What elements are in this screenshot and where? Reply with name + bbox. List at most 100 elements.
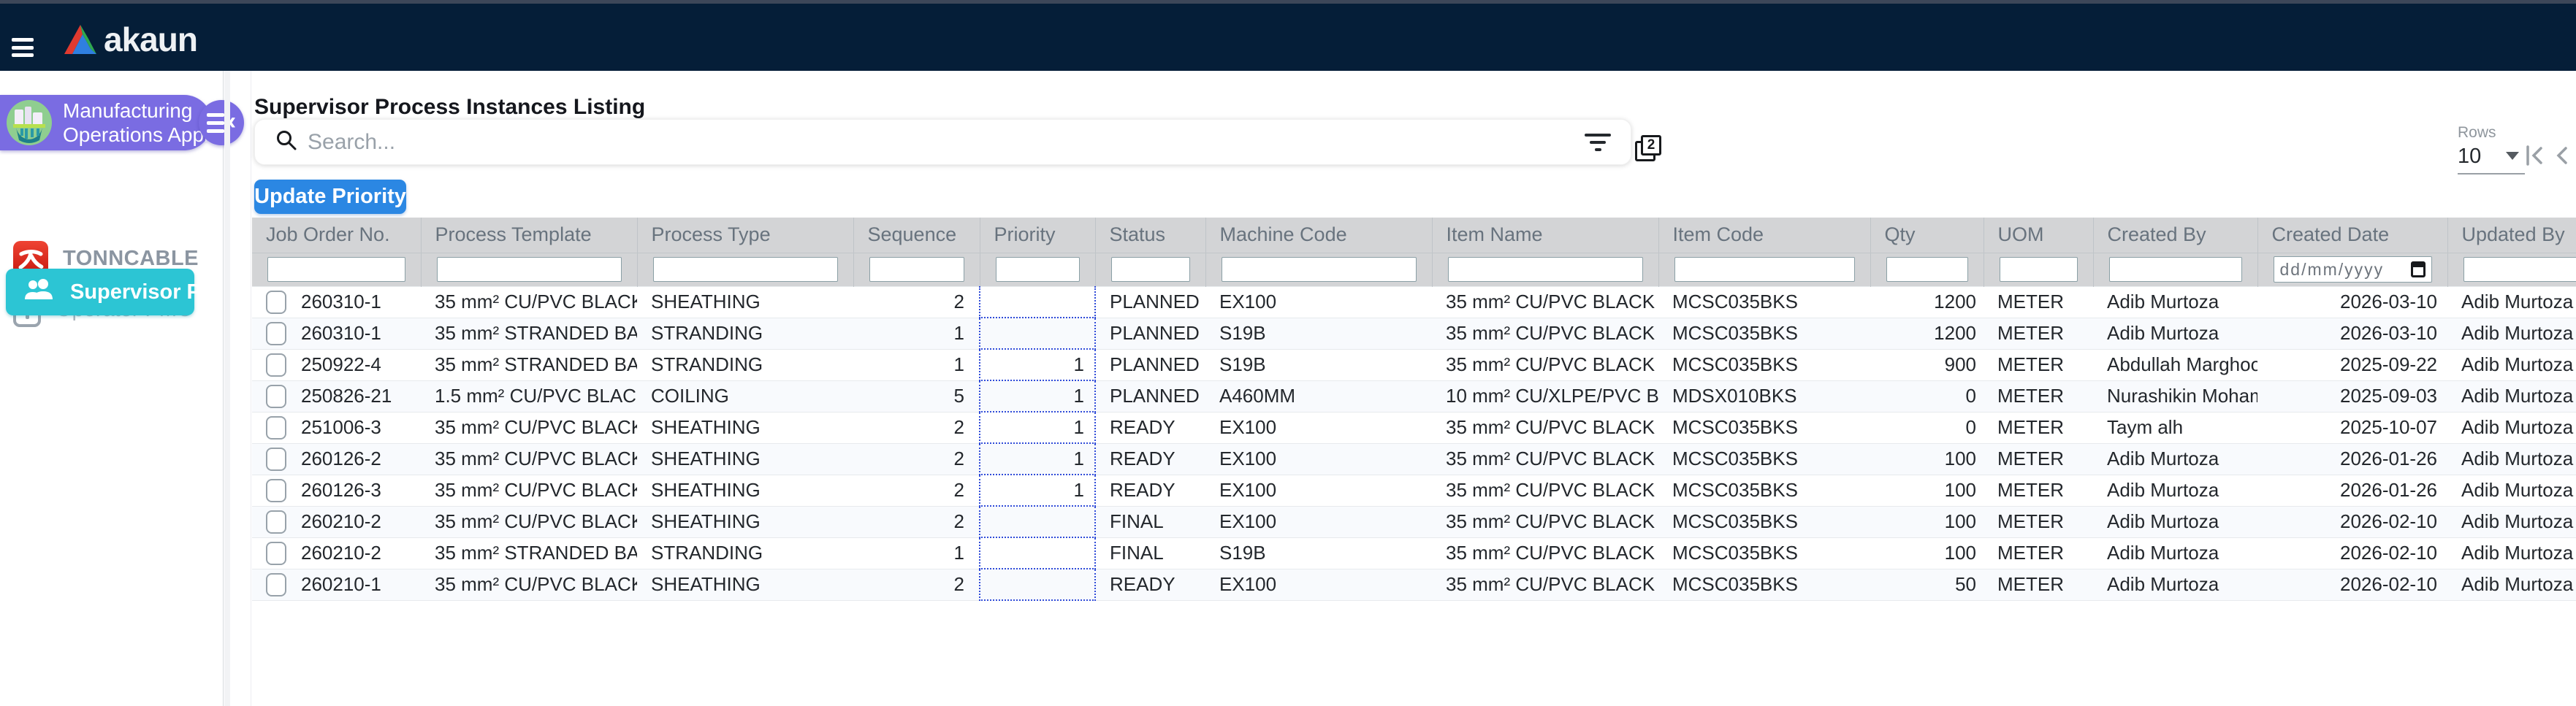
- cell-created-date: 2026-03-10: [2257, 285, 2447, 318]
- filter-priority[interactable]: [995, 257, 1080, 282]
- filter-machine-code[interactable]: [1221, 257, 1417, 282]
- table-row[interactable]: 260310-1 35 mm² STRANDED BARE COP... STR…: [252, 317, 2576, 350]
- cell-item-name: 35 mm² CU/PVC BLACK CABLE: [1432, 506, 1658, 538]
- row-checkbox[interactable]: [266, 572, 286, 596]
- filter-process-type[interactable]: [652, 257, 838, 282]
- col-header-created-by[interactable]: Created By: [2092, 218, 2257, 253]
- manufacturing-applet-icon: [6, 99, 53, 146]
- cell-updated-by: Adib Murtoza: [2447, 443, 2576, 475]
- cell-updated-by: Adib Murtoza: [2447, 318, 2576, 350]
- filter-icon[interactable]: [1584, 133, 1612, 151]
- cell-qty: 100: [1870, 443, 1984, 475]
- rows-label: Rows: [2458, 124, 2496, 141]
- cell-uom: METER: [1984, 475, 2093, 507]
- filter-created-date[interactable]: dd/mm/yyyy: [2273, 256, 2432, 283]
- row-checkbox[interactable]: [266, 384, 286, 408]
- table-row[interactable]: 260126-3 35 mm² CU/PVC BLACK CABLE SHEAT…: [252, 474, 2576, 507]
- calendar-icon[interactable]: [2410, 261, 2426, 277]
- col-header-updated-by[interactable]: Updated By: [2447, 218, 2576, 253]
- update-priority-button[interactable]: Update Priority: [254, 180, 406, 214]
- rows-per-page-control: Rows 10: [2458, 124, 2531, 174]
- row-checkbox[interactable]: [266, 290, 286, 314]
- filter-item-name[interactable]: [1447, 257, 1643, 282]
- filter-created-by[interactable]: [2108, 257, 2242, 282]
- cell-uom: METER: [1984, 506, 2093, 538]
- row-checkbox[interactable]: [266, 447, 286, 471]
- cell-qty: 100: [1870, 475, 1984, 507]
- cell-priority-editable[interactable]: [979, 285, 1096, 318]
- cell-priority-editable[interactable]: [979, 537, 1096, 569]
- filter-process-template[interactable]: [436, 257, 622, 282]
- search-input[interactable]: Search...: [308, 130, 1584, 155]
- filter-uom[interactable]: [1999, 257, 2078, 282]
- row-checkbox[interactable]: [266, 415, 286, 440]
- process-instances-table: Job Order No. Process Template Process T…: [252, 218, 2576, 601]
- first-page-icon[interactable]: [2525, 145, 2544, 166]
- filter-sequence[interactable]: [869, 257, 964, 282]
- filter-job-order[interactable]: [267, 257, 405, 282]
- cell-qty: 50: [1870, 569, 1984, 601]
- previous-page-icon[interactable]: [2556, 145, 2569, 166]
- cell-priority-editable[interactable]: [979, 568, 1096, 601]
- cell-sequence: 2: [853, 285, 980, 318]
- table-row[interactable]: 260310-1 35 mm² CU/PVC BLACK CABLE SHEAT…: [252, 285, 2576, 318]
- col-header-machine-code[interactable]: Machine Code: [1205, 218, 1432, 253]
- sidebar-item-supervisor-pi[interactable]: Supervisor PI: [6, 269, 207, 315]
- table-row[interactable]: 250922-4 35 mm² STRANDED BARE COP... STR…: [252, 348, 2576, 381]
- cell-process-template: 35 mm² CU/PVC BLACK CABLE: [421, 412, 637, 444]
- cell-updated-by: Adib Murtoza: [2447, 285, 2576, 318]
- cell-sequence: 1: [853, 318, 980, 350]
- cell-priority-editable[interactable]: 1: [979, 442, 1096, 475]
- filter-item-code[interactable]: [1674, 257, 1855, 282]
- applet-header[interactable]: Manufacturing Operations Applet: [0, 95, 212, 150]
- col-header-status[interactable]: Status: [1094, 218, 1205, 253]
- rows-per-page-select[interactable]: 10: [2458, 145, 2525, 174]
- row-checkbox[interactable]: [266, 353, 286, 377]
- view-switch-icon[interactable]: 2: [1635, 135, 1664, 164]
- table-row[interactable]: 251006-3 35 mm² CU/PVC BLACK CABLE SHEAT…: [252, 411, 2576, 444]
- sidebar-scrollbar[interactable]: [224, 71, 230, 706]
- col-header-job-order[interactable]: Job Order No.: [252, 218, 421, 253]
- cell-uom: METER: [1984, 443, 2093, 475]
- col-header-created-date[interactable]: Created Date: [2257, 218, 2447, 253]
- col-header-item-name[interactable]: Item Name: [1431, 218, 1658, 253]
- col-header-qty[interactable]: Qty: [1870, 218, 1984, 253]
- table-row[interactable]: 260210-1 35 mm² CU/PVC BLACK CABLE SHEAT…: [252, 568, 2576, 601]
- row-checkbox[interactable]: [266, 478, 286, 502]
- table-row[interactable]: 250826-21 1.5 mm² CU/PVC BLACK CABLE ...…: [252, 380, 2576, 413]
- search-bar[interactable]: Search...: [254, 119, 1631, 165]
- cell-priority-editable[interactable]: 1: [979, 411, 1096, 444]
- table-row[interactable]: 260126-2 35 mm² CU/PVC BLACK CABLE SHEAT…: [252, 442, 2576, 475]
- col-header-process-template[interactable]: Process Template: [420, 218, 637, 253]
- hamburger-menu-icon[interactable]: [12, 38, 34, 57]
- row-checkbox[interactable]: [266, 541, 286, 565]
- cell-priority-editable[interactable]: [979, 505, 1096, 538]
- cell-priority-editable[interactable]: 1: [979, 380, 1096, 413]
- sidebar-item-label: Supervisor PI: [70, 280, 207, 304]
- cell-priority-editable[interactable]: 1: [979, 474, 1096, 507]
- col-header-sequence[interactable]: Sequence: [853, 218, 980, 253]
- cell-sequence: 2: [853, 443, 980, 475]
- cell-created-by: Adib Murtoza: [2093, 506, 2257, 538]
- cell-priority-editable[interactable]: 1: [979, 348, 1096, 381]
- table-row[interactable]: 260210-2 35 mm² CU/PVC BLACK CABLE SHEAT…: [252, 505, 2576, 538]
- row-checkbox[interactable]: [266, 510, 286, 534]
- row-checkbox[interactable]: [266, 321, 286, 345]
- cell-created-date: 2025-09-03: [2257, 380, 2447, 413]
- col-header-uom[interactable]: UOM: [1983, 218, 2093, 253]
- filter-updated-by[interactable]: [2463, 257, 2576, 282]
- filter-status[interactable]: [1110, 257, 1190, 282]
- cell-status: PLANNED: [1095, 380, 1205, 413]
- cell-priority-editable[interactable]: [979, 317, 1096, 350]
- brand-logo: akaun: [64, 20, 198, 59]
- filter-qty[interactable]: [1886, 257, 1968, 282]
- col-header-process-type[interactable]: Process Type: [636, 218, 853, 253]
- sidebar-collapse-button[interactable]: ‹: [199, 100, 244, 145]
- col-header-priority[interactable]: Priority: [979, 218, 1095, 253]
- col-header-item-code[interactable]: Item Code: [1658, 218, 1870, 253]
- cell-status: FINAL: [1095, 537, 1205, 569]
- table-row[interactable]: 260210-2 35 mm² STRANDED BARE COP... STR…: [252, 537, 2576, 569]
- brand-name: akaun: [104, 20, 198, 58]
- cell-process-type: SHEATHING: [637, 285, 853, 318]
- cell-uom: METER: [1984, 537, 2093, 569]
